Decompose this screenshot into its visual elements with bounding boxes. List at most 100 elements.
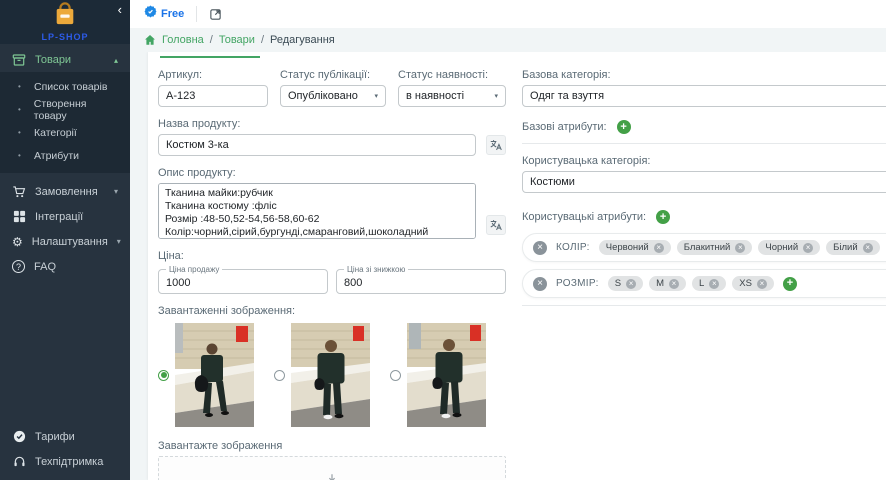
remove-chip-icon[interactable]: × — [669, 279, 679, 289]
publication-status-group: Статус публікації: Опубліковано ▾ — [280, 58, 386, 107]
breadcrumb-home-link[interactable]: Головна — [162, 34, 204, 46]
publication-status-value: Опубліковано — [288, 90, 358, 102]
chevron-up-icon: ▴ — [114, 56, 118, 65]
sku-label: Артикул: — [158, 69, 268, 81]
image-upload-dropzone[interactable] — [158, 456, 506, 480]
sub-item-label: Створення товару — [34, 98, 120, 122]
sub-item-label: Список товарів — [34, 81, 107, 93]
attribute-chip: M × — [649, 276, 686, 291]
custom-attributes-label: Користувацькі атрибути: — [522, 211, 646, 223]
image-item-3 — [390, 323, 486, 427]
add-custom-attribute-icon[interactable]: + — [656, 210, 670, 224]
form-right-column: Базова категорія: Базові атрибути: + Кор… — [522, 58, 886, 480]
custom-category-label: Користувацька категорія: — [522, 155, 886, 167]
product-image-2[interactable] — [291, 323, 370, 427]
sidebar-item-attributes[interactable]: • Атрибути — [0, 144, 130, 167]
topbar: Free uk ▾ — [130, 0, 886, 28]
add-base-attribute-icon[interactable]: + — [617, 120, 631, 134]
sidebar-item-faq[interactable]: ? FAQ — [0, 254, 130, 279]
sku-input[interactable] — [158, 85, 268, 107]
availability-status-label: Статус наявності: — [398, 69, 506, 81]
product-description-textarea[interactable]: Тканина майки:рубчик Тканина костюму :фл… — [158, 183, 476, 239]
image-item-2 — [274, 323, 370, 427]
remove-chip-icon[interactable]: × — [863, 243, 873, 253]
remove-chip-icon[interactable]: × — [757, 279, 767, 289]
breadcrumb: Головна / Товари / Редагування — [130, 28, 886, 52]
upload-images-label: Завантажте зображення — [158, 440, 506, 452]
image-radio-3[interactable] — [390, 370, 401, 381]
logo-text: LP-SHOP — [41, 32, 88, 42]
chip-label: S — [615, 278, 621, 289]
plan-badge[interactable]: Free — [144, 5, 184, 23]
translate-icon[interactable] — [486, 135, 506, 155]
sidebar-item-label: Товари — [35, 54, 71, 66]
remove-chip-icon[interactable]: × — [735, 243, 745, 253]
sale-price-field: Ціна продажу — [158, 269, 328, 294]
sub-item-label: Категорії — [34, 127, 77, 139]
attribute-chips: Червоний × Блакитний × Чорний × — [599, 240, 886, 255]
attribute-name: РОЗМІР: — [556, 278, 599, 289]
sidebar-item-label: FAQ — [34, 261, 56, 273]
divider — [522, 305, 886, 306]
remove-chip-icon[interactable]: × — [803, 243, 813, 253]
edit-product-card: Артикул: Статус публікації: Опубліковано… — [148, 52, 886, 480]
attribute-chip: Чорний × — [758, 240, 820, 255]
sidebar-item-create-product[interactable]: • Створення товару — [0, 98, 130, 121]
remove-attribute-icon[interactable]: × — [533, 241, 547, 255]
add-value-icon[interactable]: + — [783, 277, 797, 291]
custom-category-value: Костюми — [530, 176, 575, 188]
product-image-3[interactable] — [407, 323, 486, 427]
products-submenu: • Список товарів • Створення товару • Ка… — [0, 72, 130, 173]
sidebar-item-settings[interactable]: ⚙ Налаштування ▾ — [0, 229, 130, 254]
sidebar-item-support[interactable]: Техпідтримка — [0, 449, 130, 474]
remove-attribute-icon[interactable]: × — [533, 277, 547, 291]
chevron-down-icon: ▾ — [114, 187, 118, 196]
content-area: Артикул: Статус публікації: Опубліковано… — [130, 52, 886, 480]
bullet-icon: • — [18, 128, 26, 137]
product-name-label: Назва продукту: — [158, 118, 506, 130]
home-icon[interactable] — [144, 34, 156, 46]
availability-status-value: в наявності — [406, 90, 464, 102]
image-radio-1[interactable] — [158, 370, 169, 381]
sidebar-item-orders[interactable]: Замовлення ▾ — [0, 179, 130, 204]
divider — [522, 143, 886, 144]
attribute-chip: Червоний × — [599, 240, 671, 255]
chevron-down-icon: ▾ — [374, 92, 378, 100]
base-category-label: Базова категорія: — [522, 69, 886, 81]
publication-status-select[interactable]: Опубліковано ▾ — [280, 85, 386, 107]
product-image-1[interactable] — [175, 323, 254, 427]
breadcrumb-separator: / — [261, 34, 264, 46]
sidebar-collapse-icon[interactable]: ‹ — [118, 3, 122, 16]
remove-chip-icon[interactable]: × — [709, 279, 719, 289]
remove-chip-icon[interactable]: × — [654, 243, 664, 253]
image-radio-2[interactable] — [274, 370, 285, 381]
sidebar-item-label: Інтеграції — [35, 211, 83, 223]
sale-price-float-label: Ціна продажу — [166, 265, 222, 274]
remove-chip-icon[interactable]: × — [626, 279, 636, 289]
custom-category-select[interactable]: Костюми ▾ — [522, 171, 886, 193]
chip-label: XS — [739, 278, 752, 289]
availability-status-select[interactable]: в наявності ▾ — [398, 85, 506, 107]
topbar-divider — [196, 6, 197, 22]
external-link-icon[interactable] — [209, 8, 222, 21]
plan-label: Free — [161, 8, 184, 20]
uploaded-images-row — [158, 323, 506, 427]
chip-label: Білий — [833, 242, 858, 253]
bullet-icon: • — [18, 151, 26, 160]
breadcrumb-products-link[interactable]: Товари — [219, 34, 255, 46]
sidebar-item-categories[interactable]: • Категорії — [0, 121, 130, 144]
sidebar-item-product-list[interactable]: • Список товарів — [0, 75, 130, 98]
breadcrumb-current: Редагування — [270, 34, 335, 46]
base-category-input[interactable] — [522, 85, 886, 107]
app-window: LP-SHOP ‹ Товари ▴ • Список товарів • Ст… — [0, 0, 886, 480]
sidebar-item-label: Замовлення — [35, 186, 98, 198]
cart-icon — [12, 185, 26, 199]
sidebar-item-integrations[interactable]: Інтеграції — [0, 204, 130, 229]
sidebar-item-products[interactable]: Товари ▴ — [0, 48, 130, 72]
translate-icon[interactable] — [486, 215, 506, 235]
sidebar-item-tariffs[interactable]: Тарифи — [0, 424, 130, 449]
discount-price-field: Ціна зі знижкою — [336, 269, 506, 294]
chip-label: Червоний — [606, 242, 649, 253]
sidebar: LP-SHOP ‹ Товари ▴ • Список товарів • Ст… — [0, 0, 130, 480]
product-name-input[interactable] — [158, 134, 476, 156]
